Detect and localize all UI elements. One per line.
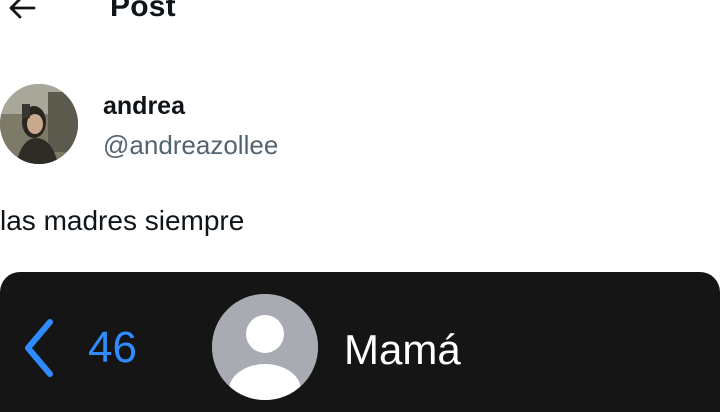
post-author: andrea @andreazollee <box>0 84 720 174</box>
author-handle[interactable]: @andreazollee <box>103 130 278 161</box>
author-avatar[interactable] <box>0 84 78 164</box>
post-header: Post <box>0 0 720 40</box>
arrow-left-icon <box>9 0 36 19</box>
contact-name: Mamá <box>344 326 461 373</box>
author-display-name[interactable]: andrea <box>103 92 185 121</box>
chevron-left-icon <box>25 319 53 377</box>
contact-avatar <box>212 294 318 400</box>
person-silhouette-icon <box>212 294 318 400</box>
post-media-image[interactable]: 46 Mamá <box>0 272 720 412</box>
unread-count: 46 <box>88 323 137 372</box>
back-button[interactable] <box>0 0 44 30</box>
avatar-photo <box>0 84 78 164</box>
page-title: Post <box>110 0 176 23</box>
post-text: las madres siempre <box>0 205 245 236</box>
